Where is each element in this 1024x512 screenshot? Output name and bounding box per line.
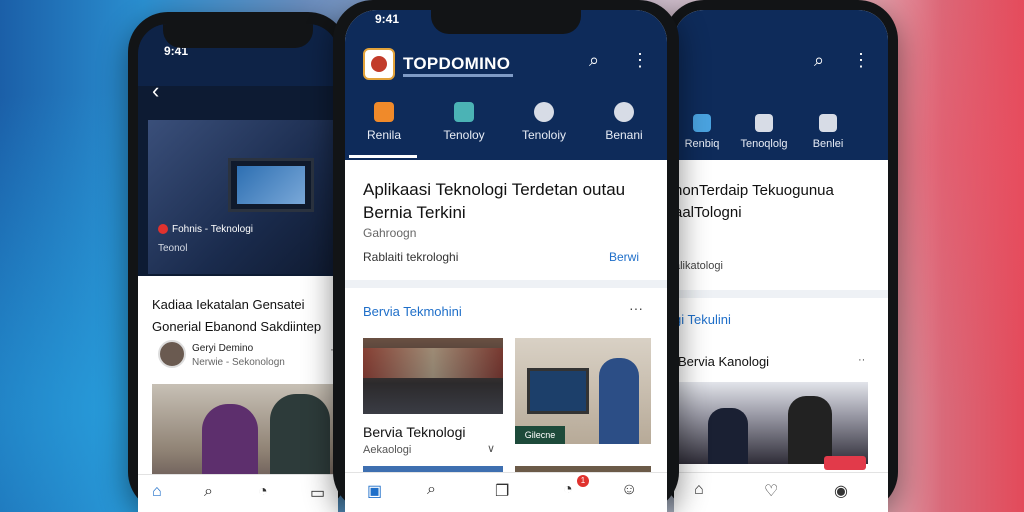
status-badge <box>824 456 866 470</box>
section-divider <box>345 280 667 288</box>
section-divider <box>674 290 888 298</box>
author-name: Geryi Demino <box>192 343 254 354</box>
article-category: alikatologi <box>674 260 723 272</box>
subsection-title: Bervia Kanologi <box>678 354 770 369</box>
right-phone: ⌕ ⋮ Renbiq Tenoqlolg Benlei honTerdaip T… <box>664 0 898 512</box>
menu-icon[interactable]: ▭ <box>310 483 325 503</box>
back-arrow-icon[interactable]: ‹ <box>152 78 159 104</box>
card-badge: Gilecne <box>515 426 565 444</box>
home-icon[interactable]: ▣ <box>367 481 382 501</box>
app-tagline <box>403 74 513 77</box>
tab-label: Renbiq <box>684 138 720 150</box>
tab-item[interactable]: Benlei <box>800 114 856 150</box>
more-options-icon[interactable]: ·· <box>858 354 865 366</box>
tab-item[interactable]: Benani <box>589 102 659 142</box>
left-phone-screen: 9:41 ‹ Fohnis - Teknologi Teonol Kadiaa … <box>138 24 338 512</box>
tab-label: Renila <box>366 128 402 142</box>
avatar[interactable] <box>158 340 186 368</box>
notification-icon[interactable]: ◔ <box>258 483 268 501</box>
article-title[interactable]: Aplikaasi Teknologi Terdetan outau Berni… <box>363 178 653 224</box>
tab-icon <box>693 114 711 132</box>
person-figure <box>708 408 748 464</box>
article-category: Gahroogn <box>363 226 417 240</box>
bookmark-icon[interactable]: ❐ <box>495 481 509 501</box>
heart-icon[interactable]: ♡ <box>764 481 778 501</box>
kebab-menu-icon[interactable]: ⋮ <box>852 50 870 71</box>
home-icon[interactable]: ⌂ <box>152 483 162 501</box>
status-time: 9:41 <box>375 12 400 26</box>
middle-phone-screen: 9:41 TOPDOMINO ⌕ ⋮ Renila Tenoloy Tenolo… <box>345 10 667 512</box>
search-icon[interactable]: ⌕ <box>427 481 436 499</box>
middle-phone: 9:41 TOPDOMINO ⌕ ⋮ Renila Tenoloy Tenolo… <box>333 0 679 512</box>
section-title: gi Tekulini <box>674 312 731 327</box>
more-options-icon[interactable]: ··· <box>629 300 643 316</box>
book-icon <box>454 102 474 122</box>
tab-label: Benlei <box>812 138 844 150</box>
bottom-nav: ⌂ ⌕ ◔ ▭ <box>138 474 338 512</box>
article-title[interactable]: honTerdaip Tekuogunua aalTologni <box>674 180 884 224</box>
app-logo <box>363 48 395 80</box>
phone-notch <box>431 10 581 34</box>
article-photo[interactable] <box>678 382 868 464</box>
tab-item[interactable]: Tenoqlolg <box>736 114 792 150</box>
bottom-nav: ⌂ ♡ ◉ <box>674 472 888 512</box>
news-card-image[interactable] <box>363 338 503 414</box>
hero-caption-text: Fohnis - Teknologi <box>172 224 253 235</box>
source-badge-icon <box>158 224 168 235</box>
chevron-down-icon[interactable]: ∨ <box>487 442 495 455</box>
person-figure <box>788 396 832 464</box>
tab-label: Tenoqlolg <box>740 138 788 150</box>
tab-item[interactable]: Tenoloiy <box>509 102 579 142</box>
search-icon[interactable]: ⌕ <box>589 50 599 71</box>
profile-icon <box>614 102 634 122</box>
tab-icon <box>819 114 837 132</box>
home-icon <box>374 102 394 122</box>
active-tab-indicator <box>349 155 417 158</box>
search-icon[interactable]: ⌕ <box>204 483 213 501</box>
laptop-image <box>228 158 314 212</box>
author-category: Nerwie - Sekonologn <box>192 357 285 368</box>
tab-label: Benani <box>605 128 643 142</box>
article-title[interactable]: Kadiaa Iekatalan Gensatei Gonerial Ebano… <box>152 294 332 338</box>
app-title: TOPDOMINO <box>403 54 511 73</box>
notification-count-badge: 1 <box>577 475 589 487</box>
bottom-nav: ▣ ⌕ ❐ ◔ 1 ☺ <box>345 472 667 512</box>
phone-notch <box>163 24 313 48</box>
section-title: Bervia Tekmohini <box>363 304 462 319</box>
tab-icon <box>755 114 773 132</box>
tab-item[interactable]: Renila <box>349 102 419 142</box>
tab-label: Tenoloiy <box>521 128 567 142</box>
article-subtitle: Rablaiti tekrologhi <box>363 250 459 264</box>
hero-caption: Fohnis - Teknologi <box>158 224 253 235</box>
tab-item[interactable]: Renbiq <box>674 114 730 150</box>
read-more-link[interactable]: Berwi <box>609 250 639 264</box>
right-phone-screen: ⌕ ⋮ Renbiq Tenoqlolg Benlei honTerdaip T… <box>674 10 888 512</box>
user-icon <box>534 102 554 122</box>
profile-icon[interactable]: ☺ <box>621 481 637 499</box>
notification-icon[interactable]: ◔ <box>563 481 573 499</box>
card-title[interactable]: Bervia Teknologi <box>363 424 465 440</box>
search-icon[interactable]: ⌕ <box>814 50 824 71</box>
kebab-menu-icon[interactable]: ⋮ <box>631 50 649 71</box>
chat-icon[interactable]: ◉ <box>834 481 848 501</box>
tab-item[interactable]: Tenoloy <box>429 102 499 142</box>
monitor-image <box>527 368 589 414</box>
right-app-header: ⌕ ⋮ Renbiq Tenoqlolg Benlei <box>674 10 888 160</box>
person-figure <box>599 358 639 444</box>
tab-label: Tenoloy <box>443 128 485 142</box>
hero-subtitle: Teonol <box>158 243 188 254</box>
left-phone: 9:41 ‹ Fohnis - Teknologi Teonol Kadiaa … <box>128 12 348 512</box>
home-icon[interactable]: ⌂ <box>694 481 704 499</box>
card-subtitle: Aekaologi <box>363 444 412 456</box>
